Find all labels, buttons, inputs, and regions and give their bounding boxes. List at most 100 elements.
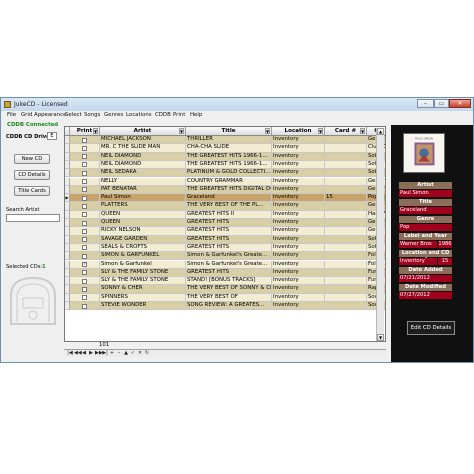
cell-artist[interactable]: Simon & Garfunkel <box>100 260 186 269</box>
maximize-button[interactable]: ▭ <box>434 99 449 108</box>
cell-card[interactable] <box>325 169 367 178</box>
cell-location[interactable]: Inventory <box>272 210 325 219</box>
search-artist-input[interactable] <box>6 214 60 222</box>
add-record-icon[interactable]: + <box>109 351 115 356</box>
cell-artist[interactable]: SLY & THE FAMILY STONE <box>100 268 186 278</box>
edit-cd-details-button[interactable]: Edit CD Details <box>407 321 455 335</box>
print-checkbox[interactable] <box>82 145 87 151</box>
menu-locations[interactable]: Locations <box>126 112 152 118</box>
cell-title[interactable]: Simon & Garfunkel's Greate... <box>186 260 272 269</box>
close-button[interactable]: ✕ <box>449 99 471 108</box>
menu-file[interactable]: File <box>7 112 16 118</box>
cell-card[interactable] <box>325 160 367 170</box>
cell-title[interactable]: SONG REVIEW: A GREATES... <box>186 302 272 311</box>
chevron-down-icon[interactable]: ▼ <box>318 128 323 134</box>
cell-location[interactable]: Inventory <box>272 243 325 253</box>
cell-artist[interactable]: STEVIE WONDER <box>100 302 186 311</box>
cell-card[interactable] <box>325 252 367 261</box>
cell-card[interactable] <box>325 268 367 278</box>
print-checkbox[interactable] <box>82 237 87 243</box>
cell-card[interactable] <box>325 285 367 294</box>
header-location[interactable]: Location ▼ <box>272 127 325 136</box>
cell-location[interactable]: Inventory <box>272 160 325 170</box>
cell-artist[interactable]: QUEEN <box>100 219 186 228</box>
print-checkbox[interactable]: ✓ <box>82 262 87 267</box>
cell-artist[interactable]: SPINNERS <box>100 293 186 302</box>
cell-card[interactable] <box>325 136 367 145</box>
cell-location[interactable]: Inventory <box>272 202 325 211</box>
header-print[interactable]: Print ▼ <box>70 127 100 136</box>
print-checkbox[interactable] <box>82 278 87 284</box>
edit-record-icon[interactable]: ▲ <box>123 351 129 356</box>
cell-card[interactable] <box>325 219 367 228</box>
cell-title[interactable]: GREATEST HITS <box>186 268 272 278</box>
menu-cddb[interactable]: CDDB <box>155 112 171 118</box>
print-checkbox[interactable] <box>82 270 87 276</box>
menu-print[interactable]: Print <box>173 112 185 118</box>
table-row[interactable]: ▶ Paul Simon Graceland Inventory 15 Pop <box>65 194 385 203</box>
last-record-icon[interactable]: ▶| <box>102 351 108 356</box>
cell-title[interactable]: THRILLER <box>186 136 272 145</box>
title-cards-button[interactable]: Title Cards <box>14 186 50 196</box>
cell-artist[interactable]: PAT BENATAR <box>100 185 186 195</box>
chevron-down-icon[interactable]: ▼ <box>179 128 184 134</box>
new-cd-button[interactable]: New CD <box>14 154 50 164</box>
menu-grid-appearance[interactable]: Grid Appearance <box>21 112 66 118</box>
cell-location[interactable]: Inventory <box>272 285 325 294</box>
cell-artist[interactable]: Paul Simon <box>100 194 186 203</box>
print-checkbox[interactable] <box>82 170 87 176</box>
cell-card[interactable] <box>325 177 367 186</box>
chevron-down-icon[interactable]: ▼ <box>265 128 270 134</box>
cell-location[interactable]: Inventory <box>272 177 325 186</box>
cell-card[interactable] <box>325 260 367 269</box>
print-checkbox[interactable] <box>82 179 87 184</box>
cell-artist[interactable]: SLY & THE FAMILY STONE <box>100 277 186 286</box>
minimize-button[interactable]: – <box>417 99 434 108</box>
print-checkbox[interactable] <box>82 212 87 218</box>
table-row[interactable]: SAVAGE GARDEN GREATEST HITS Inventory Soft … <box>65 235 385 244</box>
print-checkbox[interactable] <box>82 137 87 143</box>
cell-title[interactable]: PLATINUM & GOLD COLLECTI... <box>186 169 272 178</box>
cell-title[interactable]: THE GREATEST HITS DIGITAL DO... <box>186 185 272 195</box>
print-checkbox[interactable] <box>82 203 87 209</box>
cell-title[interactable]: GREATEST HITS <box>186 235 272 244</box>
cell-location[interactable]: Inventory <box>272 219 325 228</box>
menu-help[interactable]: Help <box>190 112 202 118</box>
delete-record-icon[interactable]: – <box>116 351 122 356</box>
cell-card[interactable] <box>325 302 367 311</box>
cell-title[interactable]: STAND! [BONUS TRACKS] <box>186 277 272 286</box>
print-checkbox[interactable] <box>82 195 87 201</box>
cell-location[interactable]: Inventory <box>272 185 325 195</box>
cell-location[interactable]: Inventory <box>272 252 325 261</box>
print-checkbox[interactable] <box>82 154 87 160</box>
cell-card[interactable] <box>325 277 367 286</box>
cell-location[interactable]: Inventory <box>272 302 325 311</box>
table-row[interactable]: SLY & THE FAMILY STONE GREATEST HITS Inven… <box>65 268 385 278</box>
cd-details-button[interactable]: CD Details <box>14 170 50 180</box>
cell-artist[interactable]: PLATTERS <box>100 202 186 211</box>
cell-location[interactable]: Inventory <box>272 194 325 203</box>
header-title[interactable]: Title ▼ <box>186 127 272 136</box>
menu-genres[interactable]: Genres <box>104 112 123 118</box>
cell-location[interactable]: Inventory <box>272 144 325 153</box>
cell-title[interactable]: THE VERY BEST OF <box>186 293 272 302</box>
menu-songs[interactable]: Songs <box>84 112 100 118</box>
cell-title[interactable]: Graceland <box>186 194 272 203</box>
cell-artist[interactable]: SONNY & CHER <box>100 285 186 294</box>
table-row[interactable]: NEIL SEDAKA PLATINUM & GOLD COLLECTI... In… <box>65 169 385 178</box>
cell-artist[interactable]: SEALS & CROFTS <box>100 243 186 253</box>
cell-artist[interactable]: SAVAGE GARDEN <box>100 235 186 244</box>
cell-artist[interactable]: MICHAEL JACKSON <box>100 136 186 145</box>
table-row[interactable]: QUEENGREATEST HITSInventoryGener <box>65 219 385 228</box>
table-row[interactable]: PAT BENATAR THE GREATEST HITS DIGITAL DO.… <box>65 185 385 195</box>
cell-card[interactable] <box>325 202 367 211</box>
cddb-drive-select[interactable]: E <box>47 132 57 140</box>
cell-card[interactable] <box>325 185 367 195</box>
cell-location[interactable]: Inventory <box>272 277 325 286</box>
table-row[interactable]: NEIL DIAMOND THE GREATEST HITS 1966-1... I… <box>65 152 385 161</box>
first-record-icon[interactable]: |◀ <box>67 351 73 356</box>
cancel-record-icon[interactable]: ✕ <box>137 351 143 356</box>
print-checkbox[interactable] <box>82 253 87 259</box>
print-checkbox[interactable] <box>82 295 87 301</box>
table-row[interactable]: MR. C THE SLIDE MAN CHA-CHA SLIDE Inventor… <box>65 144 385 153</box>
